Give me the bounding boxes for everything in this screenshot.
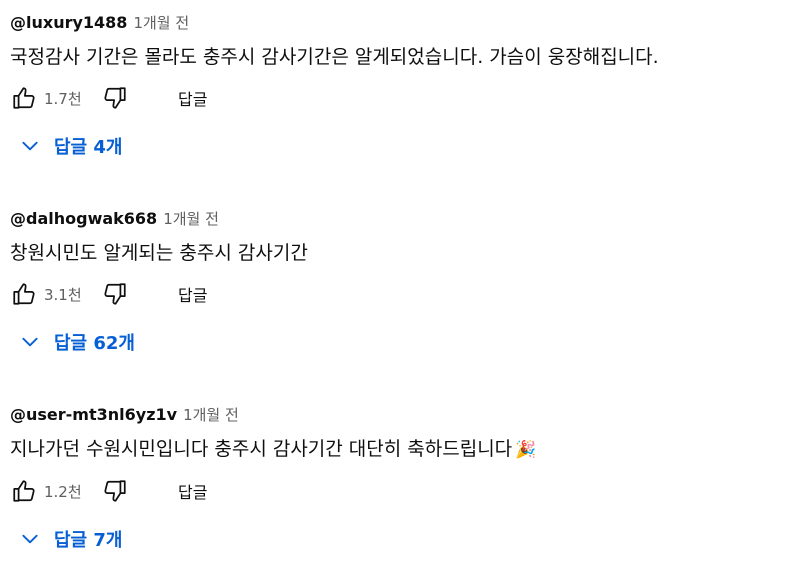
comment-header: @dalhogwak668 1개월 전 bbox=[10, 206, 780, 230]
comment-thread: @user-mt3nl6yz1v 1개월 전 지나가던 수원시민입니다 충주시 … bbox=[10, 402, 780, 555]
reply-button[interactable]: 답글 bbox=[178, 276, 207, 312]
reply-button[interactable]: 답글 bbox=[178, 80, 207, 116]
like-button[interactable] bbox=[10, 83, 38, 113]
comment-timestamp[interactable]: 1개월 전 bbox=[183, 404, 239, 425]
comment-text-body: 지나가던 수원시민입니다 충주시 감사기간 대단히 축하드립니다 bbox=[10, 438, 513, 460]
like-count: 1.2천 bbox=[44, 482, 82, 501]
reply-button[interactable]: 답글 bbox=[178, 473, 207, 509]
party-popper-emoji: 🎉 bbox=[515, 440, 537, 460]
comment-text: 지나가던 수원시민입니다 충주시 감사기간 대단히 축하드립니다 🎉 bbox=[10, 436, 780, 463]
comment-actions: 1.7천 답글 bbox=[10, 80, 780, 116]
replies-count-label: 답글 62개 bbox=[54, 333, 135, 354]
view-replies-button[interactable]: 답글 62개 bbox=[10, 326, 780, 358]
comment-thread: @dalhogwak668 1개월 전 창원시민도 알게되는 충주시 감사기간 … bbox=[10, 206, 780, 358]
chevron-down-icon bbox=[18, 330, 42, 354]
comment-text-body: 창원시민도 알게되는 충주시 감사기간 bbox=[10, 242, 308, 264]
comment-text: 창원시민도 알게되는 충주시 감사기간 bbox=[10, 240, 780, 266]
comment-text: 국정감사 기간은 몰라도 충주시 감사기간은 알게되었습니다. 가슴이 웅장해집… bbox=[10, 44, 780, 70]
comment-header: @luxury1488 1개월 전 bbox=[10, 10, 780, 34]
like-count: 3.1천 bbox=[44, 285, 82, 304]
view-replies-button[interactable]: 답글 7개 bbox=[10, 523, 780, 555]
comment-timestamp[interactable]: 1개월 전 bbox=[163, 208, 219, 229]
dislike-button[interactable] bbox=[100, 279, 130, 309]
like-button[interactable] bbox=[10, 476, 38, 506]
view-replies-button[interactable]: 답글 4개 bbox=[10, 130, 780, 162]
thumb-up-icon bbox=[13, 283, 35, 305]
dislike-button[interactable] bbox=[100, 83, 130, 113]
comment-header: @user-mt3nl6yz1v 1개월 전 bbox=[10, 402, 780, 426]
thumb-down-icon bbox=[104, 480, 126, 502]
comment-text-body: 국정감사 기간은 몰라도 충주시 감사기간은 알게되었습니다. 가슴이 웅장해집… bbox=[10, 46, 659, 68]
chevron-down-icon bbox=[18, 527, 42, 551]
comment-author[interactable]: @dalhogwak668 bbox=[10, 209, 157, 228]
thumb-up-icon bbox=[13, 87, 35, 109]
comment-author[interactable]: @luxury1488 bbox=[10, 13, 127, 32]
comment-author[interactable]: @user-mt3nl6yz1v bbox=[10, 405, 177, 424]
like-button[interactable] bbox=[10, 279, 38, 309]
like-count: 1.7천 bbox=[44, 89, 82, 108]
comment-actions: 3.1천 답글 bbox=[10, 276, 780, 312]
thumb-down-icon bbox=[104, 283, 126, 305]
dislike-button[interactable] bbox=[100, 476, 130, 506]
comment-actions: 1.2천 답글 bbox=[10, 473, 780, 509]
thumb-down-icon bbox=[104, 87, 126, 109]
comment-thread: @luxury1488 1개월 전 국정감사 기간은 몰라도 충주시 감사기간은… bbox=[10, 10, 780, 162]
replies-count-label: 답글 4개 bbox=[54, 137, 123, 158]
chevron-down-icon bbox=[18, 134, 42, 158]
thumb-up-icon bbox=[13, 480, 35, 502]
replies-count-label: 답글 7개 bbox=[54, 530, 123, 551]
comment-timestamp[interactable]: 1개월 전 bbox=[133, 12, 189, 33]
